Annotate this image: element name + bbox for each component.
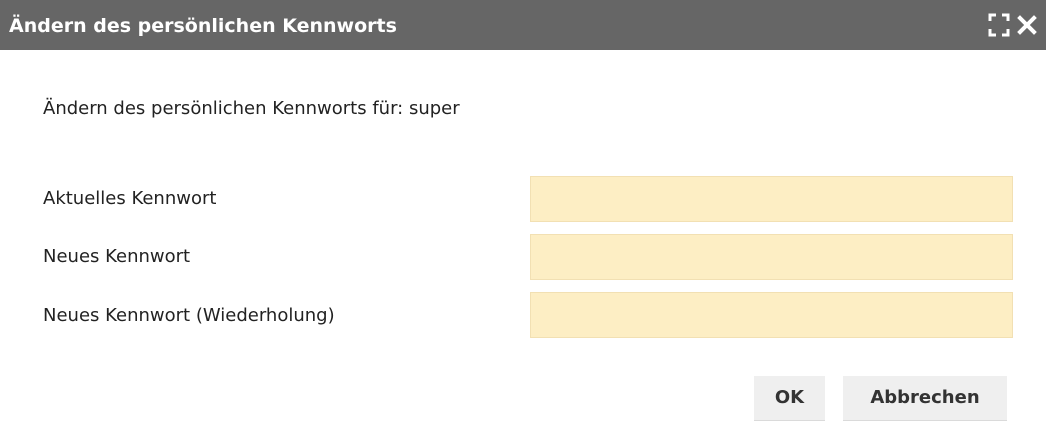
dialog-titlebar: Ändern des persönlichen Kennworts [0,0,1046,50]
current-password-label: Aktuelles Kennwort [43,188,217,209]
repeat-password-input[interactable] [530,292,1013,338]
ok-button[interactable]: OK [754,376,825,421]
dialog-subtitle: Ändern des persönlichen Kennworts für: s… [43,98,460,119]
dialog-title: Ändern des persönlichen Kennworts [9,15,397,37]
new-password-label: Neues Kennwort [43,246,191,267]
change-password-dialog: Ändern des persönlichen Kennworts Ändern… [0,0,1046,421]
maximize-icon[interactable] [987,12,1011,38]
cancel-button[interactable]: Abbrechen [843,376,1007,421]
current-password-input[interactable] [530,176,1013,222]
repeat-password-label: Neues Kennwort (Wiederholung) [43,305,335,326]
new-password-input[interactable] [530,234,1013,280]
close-icon[interactable] [1015,12,1039,38]
